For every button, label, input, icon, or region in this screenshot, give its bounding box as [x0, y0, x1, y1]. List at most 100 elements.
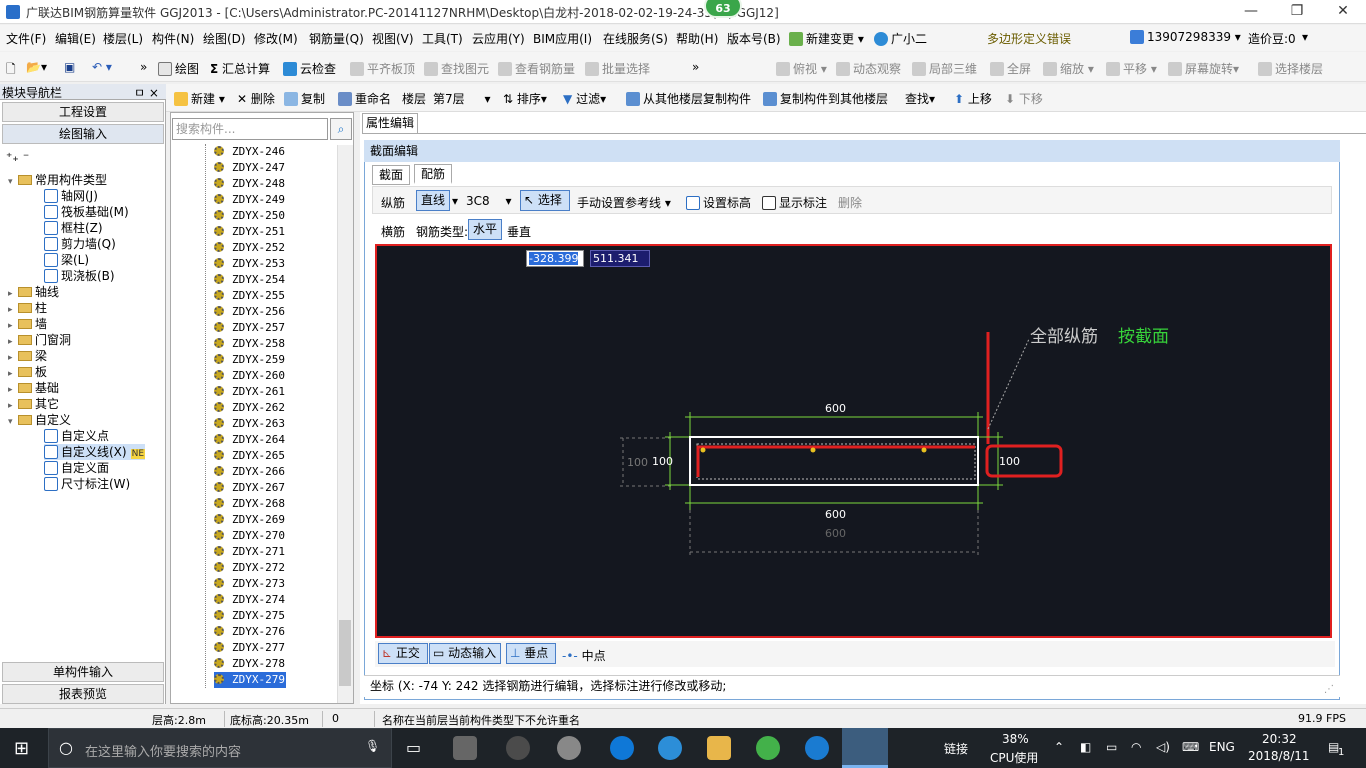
list-scrollbar-thumb[interactable]: [339, 620, 351, 686]
rebar-point[interactable]: [921, 447, 927, 453]
new-file-icon[interactable]: 🗋: [6, 60, 16, 81]
component-list-item[interactable]: ZDYX-258: [214, 336, 285, 352]
component-list-item[interactable]: ZDYX-252: [214, 240, 285, 256]
toolbar-overflow2-icon[interactable]: »: [692, 60, 699, 74]
vertical-button[interactable]: 垂直: [507, 223, 531, 240]
dynamic-input-button[interactable]: ▭ 动态输入: [429, 643, 501, 664]
search-icon[interactable]: ⌕: [330, 118, 352, 140]
keyboard-icon[interactable]: ⌨: [1182, 740, 1199, 754]
component-list-item[interactable]: ZDYX-272: [214, 560, 285, 576]
floor-select[interactable]: 第7层 ▾: [433, 90, 493, 107]
component-list-item[interactable]: ZDYX-256: [214, 304, 285, 320]
menu-assistant[interactable]: 广小二: [874, 30, 927, 47]
component-list-item[interactable]: ZDYX-268: [214, 496, 285, 512]
component-list-item[interactable]: ZDYX-246: [214, 144, 285, 160]
clock-date[interactable]: 2018/8/11: [1248, 749, 1310, 763]
windows-start-icon[interactable]: ⊞: [14, 738, 29, 759]
delete-component-button[interactable]: ✕ 删除: [237, 90, 275, 107]
wifi-icon[interactable]: ◠: [1131, 740, 1141, 754]
copy-from-floor-button[interactable]: 从其他楼层复制构件: [626, 90, 751, 107]
tree-item[interactable]: 现浇板(B): [44, 268, 115, 284]
component-list-item[interactable]: ZDYX-264: [214, 432, 285, 448]
edge-icon[interactable]: [610, 736, 634, 760]
cloud-check-button[interactable]: 云检查: [283, 60, 336, 77]
annotation-all-rebar[interactable]: 全部纵筋: [1030, 327, 1098, 347]
tree-item[interactable]: ▸ 墙: [8, 316, 47, 332]
move-up-button[interactable]: ⬆ 上移: [954, 90, 992, 107]
line-mode-dropdown[interactable]: ▾: [452, 194, 458, 208]
local-3d-button[interactable]: 局部三维: [912, 60, 977, 77]
tree-item[interactable]: 自定义点: [44, 428, 109, 444]
rebar-spec-select[interactable]: 3C8 ▾: [466, 194, 512, 208]
component-list-item[interactable]: ZDYX-269: [214, 512, 285, 528]
tray-app-icon[interactable]: ◧: [1080, 740, 1091, 754]
fullscreen-button[interactable]: 全屏: [990, 60, 1031, 77]
expand-arrow-icon[interactable]: ▾: [8, 414, 18, 430]
find-element-button[interactable]: 查找图元: [424, 60, 489, 77]
tree-item[interactable]: ▸ 柱: [8, 300, 47, 316]
undo-icon[interactable]: ↶ ▾: [92, 60, 112, 74]
copy-to-floor-button[interactable]: 复制构件到其他楼层: [763, 90, 888, 107]
component-list-item[interactable]: ZDYX-261: [214, 384, 285, 400]
user-account[interactable]: 13907298339 ▾: [1130, 30, 1241, 44]
component-list-item[interactable]: ZDYX-250: [214, 208, 285, 224]
menu-modify[interactable]: 修改(M): [254, 30, 298, 47]
pin-icon[interactable]: ㅁ ×: [134, 84, 159, 101]
expand-arrow-icon[interactable]: ▾: [8, 174, 18, 190]
tree-item[interactable]: ▸ 轴线: [8, 284, 59, 300]
tree-item[interactable]: ▸ 门窗洞: [8, 332, 71, 348]
menu-component[interactable]: 构件(N): [152, 30, 194, 47]
tree-item[interactable]: ▸ 基础: [8, 380, 59, 396]
annotation-by-section[interactable]: 按截面: [1118, 327, 1169, 347]
green-app-icon[interactable]: [756, 736, 780, 760]
tree-item[interactable]: 自定义线(X) NE: [44, 444, 146, 460]
menu-bim[interactable]: BIM应用(I): [533, 30, 592, 47]
sort-button[interactable]: ⇅ 排序▾: [503, 90, 547, 107]
menu-help[interactable]: 帮助(H): [676, 30, 718, 47]
menu-file[interactable]: 文件(F): [6, 30, 46, 47]
tree-item[interactable]: ▸ 其它: [8, 396, 59, 412]
move-down-button[interactable]: ⬇ 下移: [1005, 90, 1043, 107]
minimize-icon[interactable]: —: [1228, 0, 1274, 24]
component-list-item[interactable]: ZDYX-275: [214, 608, 285, 624]
select-floor-button[interactable]: 选择楼层: [1258, 60, 1323, 77]
rebar-point[interactable]: [700, 447, 706, 453]
calc-button[interactable]: Σ 汇总计算: [210, 60, 270, 77]
left-dim-label[interactable]: 100: [652, 455, 673, 468]
tree-item[interactable]: ▸ 板: [8, 364, 47, 380]
tree-item[interactable]: 剪力墙(Q): [44, 236, 116, 252]
new-component-button[interactable]: 新建 ▾: [174, 90, 225, 107]
select-button[interactable]: ↖ 选择: [520, 190, 570, 211]
tree-item[interactable]: ▾ 常用构件类型: [8, 172, 107, 188]
tab-section[interactable]: 截面: [372, 165, 411, 185]
component-list-item[interactable]: ZDYX-249: [214, 192, 285, 208]
fan-app-icon[interactable]: [453, 736, 477, 760]
component-list-item[interactable]: ZDYX-271: [214, 544, 285, 560]
menu-cloud[interactable]: 云应用(Y): [472, 30, 525, 47]
component-list-item[interactable]: ZDYX-276: [214, 624, 285, 640]
horizontal-button[interactable]: 水平: [468, 219, 502, 240]
save-icon[interactable]: ▣: [64, 60, 75, 74]
project-settings-button[interactable]: 工程设置: [2, 102, 164, 122]
component-list-item[interactable]: ZDYX-263: [214, 416, 285, 432]
manual-guide-button[interactable]: 手动设置参考线 ▾: [577, 194, 671, 211]
right-dim-label[interactable]: 100: [999, 455, 1020, 468]
rotate-screen-button[interactable]: 屏幕旋转▾: [1168, 60, 1239, 77]
delete-rebar-button[interactable]: 删除: [838, 194, 862, 211]
show-label-button[interactable]: 显示标注: [762, 194, 827, 211]
tray-up-icon[interactable]: ⌃: [1054, 740, 1064, 754]
menu-new-change[interactable]: 新建变更 ▾: [789, 30, 864, 47]
ie-icon[interactable]: [658, 736, 682, 760]
top-dim-label[interactable]: 600: [825, 402, 846, 415]
volume-icon[interactable]: ◁): [1156, 740, 1170, 754]
tab-rebar[interactable]: 配筋: [414, 164, 453, 184]
battery-icon[interactable]: ▭: [1106, 740, 1117, 754]
component-list-item[interactable]: ZDYX-265: [214, 448, 285, 464]
orbit-button[interactable]: 动态观察: [836, 60, 901, 77]
file-explorer-icon[interactable]: [707, 736, 731, 760]
component-list-item[interactable]: ZDYX-270: [214, 528, 285, 544]
set-elevation-button[interactable]: 设置标高: [686, 194, 751, 211]
tree-item[interactable]: 梁(L): [44, 252, 89, 268]
menu-rebar[interactable]: 钢筋量(Q): [309, 30, 364, 47]
report-preview-button[interactable]: 报表预览: [2, 684, 164, 704]
